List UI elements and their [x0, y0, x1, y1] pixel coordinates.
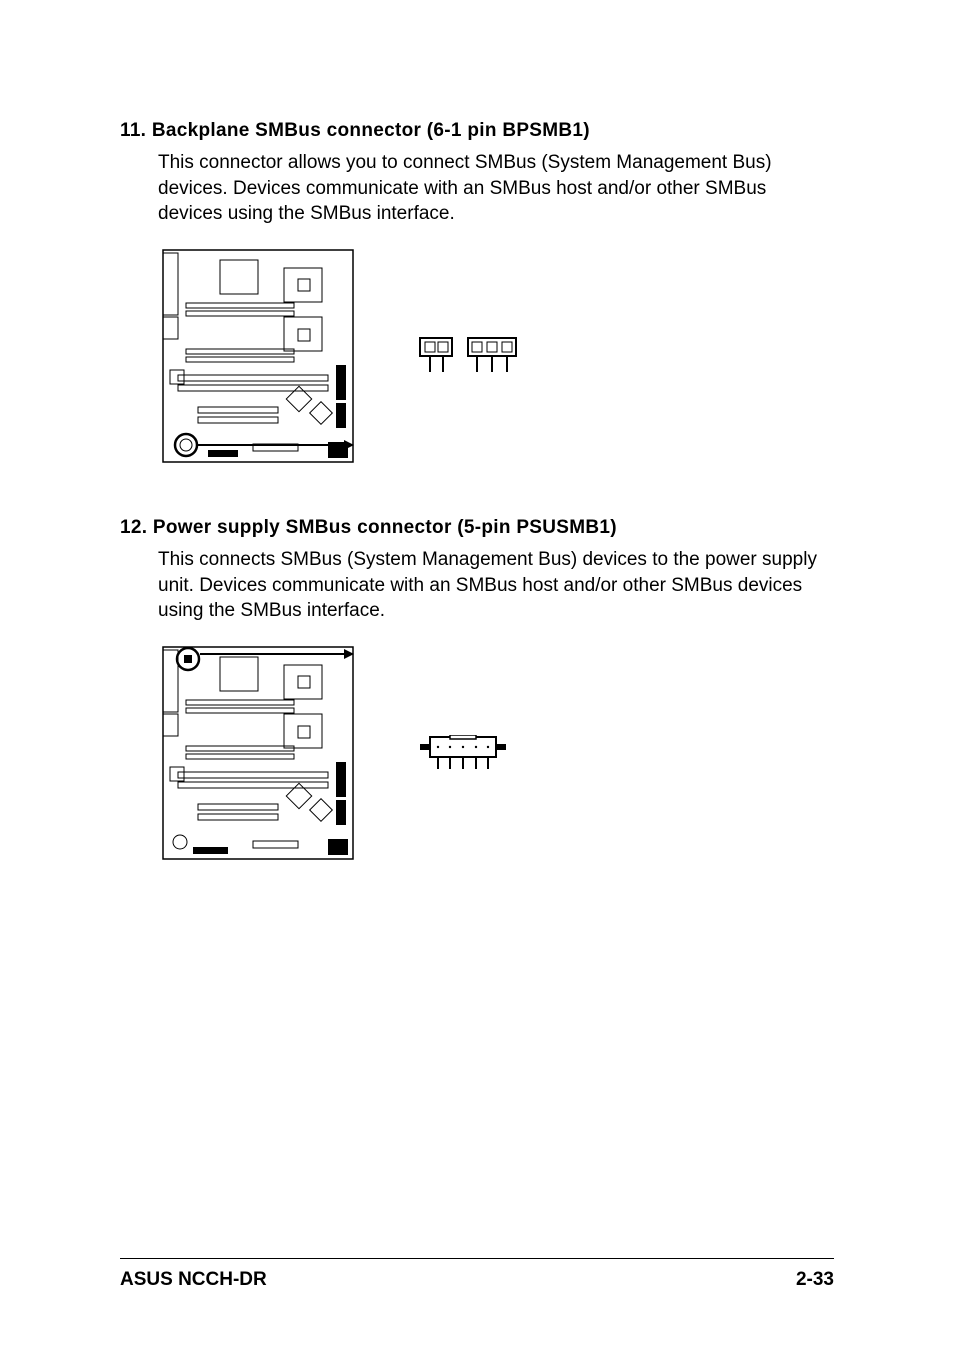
motherboard-diagram-11: [158, 245, 358, 467]
section-12-body: This connects SMBus (System Management B…: [120, 547, 834, 624]
connector-bpsmb1: [418, 336, 538, 376]
section-11: 11. Backplane SMBus connector (6-1 pin B…: [120, 120, 834, 467]
connector-psusmb1: [418, 735, 518, 771]
section-title: Power supply SMBus connector (5-pin PSUS…: [153, 517, 617, 538]
page-footer: ASUS NCCH-DR 2-33: [120, 1258, 834, 1291]
section-title: Backplane SMBus connector (6-1 pin BPSMB…: [152, 120, 590, 141]
section-11-body: This connector allows you to connect SMB…: [120, 150, 834, 227]
section-12-heading: 12. Power supply SMBus connector (5-pin …: [120, 517, 834, 539]
footer-left: ASUS NCCH-DR: [120, 1269, 267, 1291]
motherboard-diagram-12: [158, 642, 358, 864]
footer-right: 2-33: [796, 1269, 834, 1291]
diagram-12: [120, 642, 834, 864]
section-11-heading: 11. Backplane SMBus connector (6-1 pin B…: [120, 120, 834, 142]
diagram-11: [120, 245, 834, 467]
section-num: 12.: [120, 517, 147, 538]
section-12: 12. Power supply SMBus connector (5-pin …: [120, 517, 834, 864]
section-num: 11.: [120, 120, 146, 141]
